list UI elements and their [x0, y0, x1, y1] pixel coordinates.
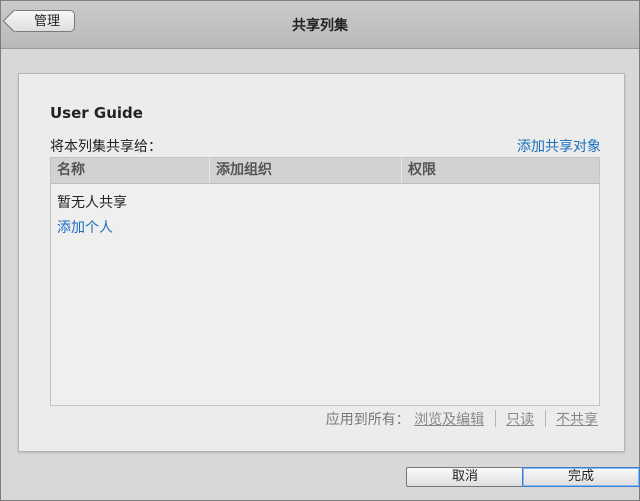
- share-table-header: 名称 添加组织 权限: [51, 158, 599, 184]
- share-table: 名称 添加组织 权限 暂无人共享 添加个人: [50, 157, 600, 406]
- column-header-permission[interactable]: 权限: [401, 158, 599, 183]
- column-set-name: User Guide: [50, 104, 143, 122]
- apply-no-share-link[interactable]: 不共享: [556, 412, 598, 428]
- dialog-titlebar: 管理 共享列集: [1, 1, 639, 49]
- apply-read-only-link[interactable]: 只读: [506, 412, 534, 428]
- column-header-add-org[interactable]: 添加组织: [209, 158, 401, 183]
- column-header-name[interactable]: 名称: [51, 158, 209, 183]
- share-column-set-dialog: 管理 共享列集 User Guide 将本列集共享给： 添加共享对象 名称 添加…: [0, 0, 640, 501]
- apply-to-all-label: 应用到所有：: [325, 412, 410, 428]
- add-share-target-link[interactable]: 添加共享对象: [517, 136, 601, 156]
- share-to-label: 将本列集共享给：: [50, 139, 162, 155]
- apply-to-all-row: 应用到所有： 浏览及编辑 只读 不共享: [326, 409, 598, 429]
- done-button[interactable]: 完成: [522, 467, 640, 487]
- divider: [544, 410, 546, 427]
- divider: [494, 410, 496, 427]
- share-panel: User Guide 将本列集共享给： 添加共享对象 名称 添加组织 权限 暂无…: [18, 73, 625, 452]
- apply-browse-edit-link[interactable]: 浏览及编辑: [414, 412, 484, 428]
- no-share-message: 暂无人共享: [57, 195, 127, 211]
- dialog-title: 共享列集: [292, 18, 348, 34]
- cancel-button[interactable]: 取消: [406, 467, 524, 487]
- add-person-link[interactable]: 添加个人: [57, 217, 113, 237]
